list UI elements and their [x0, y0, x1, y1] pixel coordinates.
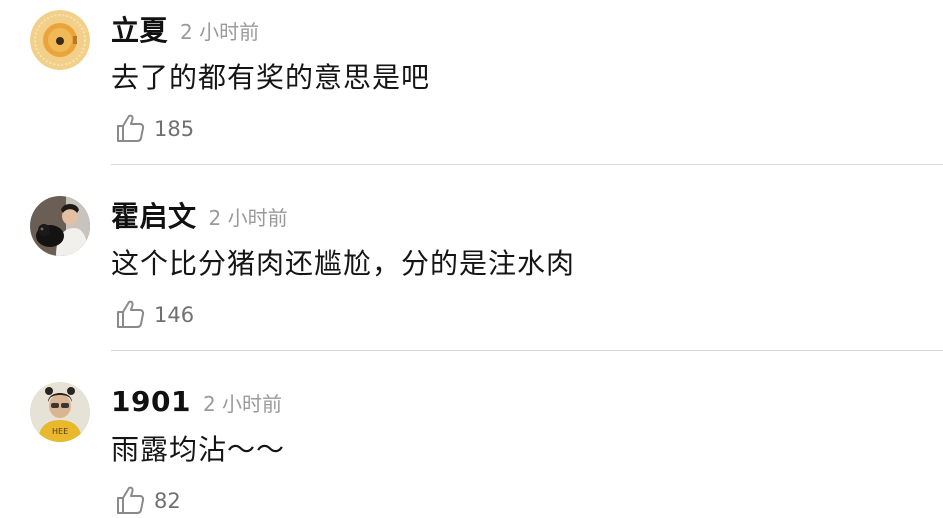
orange-sun-avatar-icon	[30, 10, 90, 70]
comment-list: 立夏 2 小时前 去了的都有奖的意思是吧 185 霍启文 2 小时前 这个比分猪…	[0, 0, 943, 514]
like-count: 146	[154, 303, 195, 327]
thumbs-up-icon[interactable]	[114, 298, 146, 330]
comment-item: 立夏 2 小时前 去了的都有奖的意思是吧 185	[0, 0, 943, 186]
like-count: 185	[154, 117, 195, 141]
username[interactable]: 1901	[111, 385, 191, 418]
comment-item: 霍启文 2 小时前 这个比分猪肉还尴尬，分的是注水肉 146	[0, 186, 943, 372]
like-button[interactable]: 146	[114, 296, 194, 332]
svg-text:HEE: HEE	[52, 427, 68, 436]
divider	[111, 164, 943, 165]
username[interactable]: 霍启文	[111, 195, 197, 235]
avatar[interactable]	[30, 196, 90, 256]
username[interactable]: 立夏	[111, 9, 168, 49]
comment-text: 这个比分猪肉还尴尬，分的是注水肉	[111, 247, 576, 280]
like-button[interactable]: 185	[114, 110, 194, 146]
like-button[interactable]: 82	[114, 482, 181, 518]
comment-item: HEE 1901 2 小时前 雨露均沾～～ 82	[0, 372, 943, 514]
comment-text: 去了的都有奖的意思是吧	[111, 61, 431, 94]
comment-header: 立夏 2 小时前	[111, 10, 259, 48]
timestamp: 2 小时前	[180, 19, 260, 44]
avatar[interactable]: HEE	[30, 382, 90, 442]
thumbs-up-icon[interactable]	[114, 484, 146, 516]
avatar[interactable]	[30, 10, 90, 70]
like-count: 82	[154, 489, 181, 513]
comment-header: 1901 2 小时前	[111, 382, 282, 420]
thumbs-up-icon[interactable]	[114, 112, 146, 144]
person-yellow-shirt-avatar-icon: HEE	[30, 382, 90, 442]
divider	[111, 350, 943, 351]
person-with-dog-avatar-icon	[30, 196, 90, 256]
comment-text: 雨露均沾～～	[111, 433, 286, 466]
comment-header: 霍启文 2 小时前	[111, 196, 288, 234]
timestamp: 2 小时前	[208, 205, 288, 230]
timestamp: 2 小时前	[202, 391, 283, 416]
